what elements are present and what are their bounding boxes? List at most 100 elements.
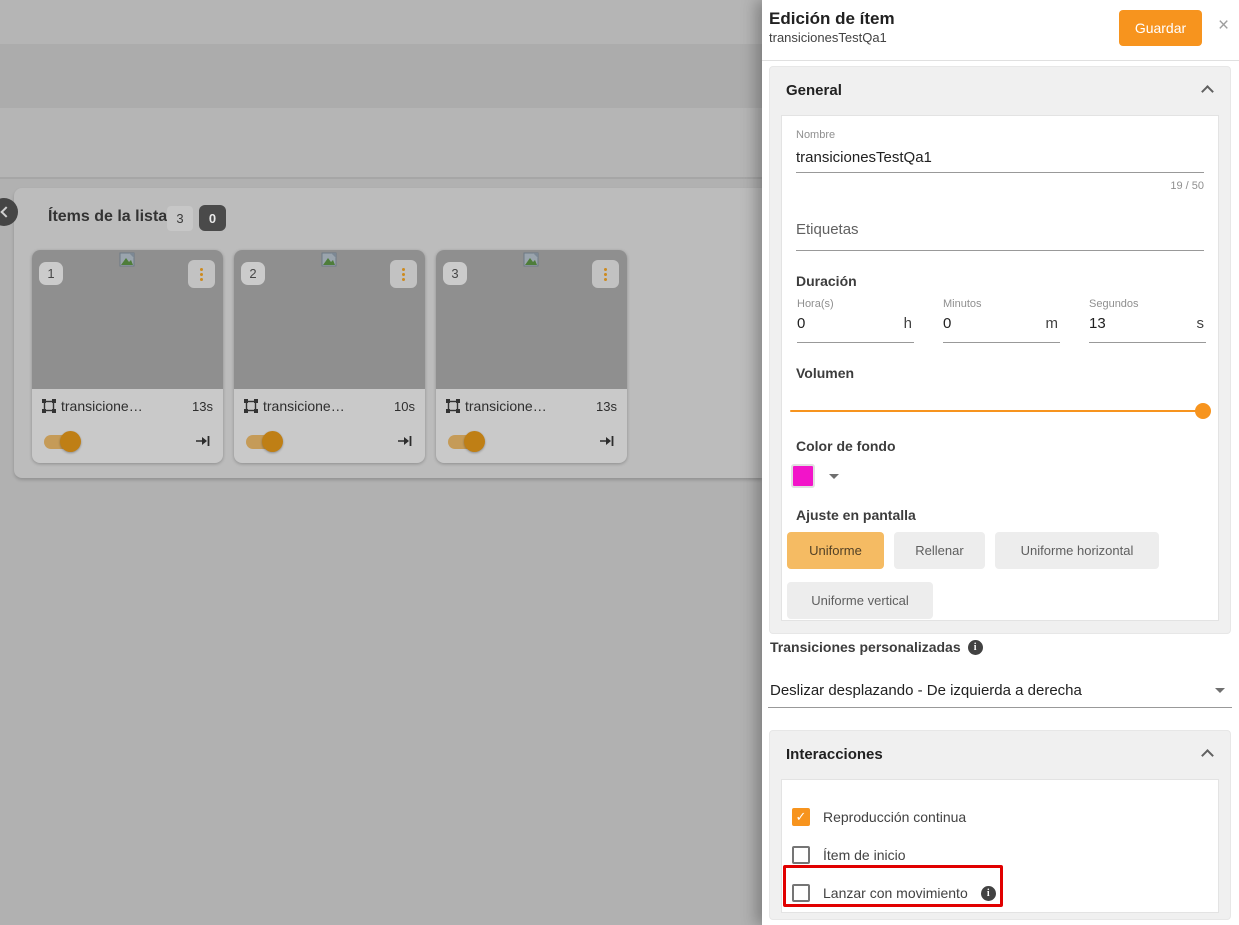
item-footer: transicione… 10s [234, 389, 425, 463]
item-duration: 10s [394, 399, 415, 414]
interactions-form: ✓ Reproducción continua Ítem de inicio L… [781, 779, 1219, 913]
select-caret-icon[interactable] [1215, 688, 1225, 693]
section-interactions: Interacciones ✓ Reproducción continua Ít… [769, 730, 1231, 920]
item-enabled-toggle[interactable] [246, 435, 282, 449]
item-enabled-toggle[interactable] [44, 435, 80, 449]
jump-to-item-icon[interactable] [600, 434, 615, 448]
checkbox-row-start-item[interactable]: Ítem de inicio [792, 836, 1208, 874]
fit-option-uniforme-vertical[interactable]: Uniforme vertical [787, 582, 933, 619]
header-divider [762, 60, 1239, 61]
background-color-label: Color de fondo [796, 438, 896, 454]
item-thumbnail: 1 [32, 250, 223, 389]
item-count-badge: 3 [167, 206, 193, 231]
name-char-counter: 19 / 50 [1170, 180, 1204, 192]
broken-image-icon [119, 252, 137, 268]
checkbox-icon[interactable] [792, 846, 810, 864]
transition-icon [42, 399, 56, 413]
item-menu-button[interactable] [592, 260, 619, 288]
hours-unit: h [904, 315, 912, 332]
fit-option-uniforme[interactable]: Uniforme [787, 532, 884, 569]
list-item-card[interactable]: 3 transicione… 13s [436, 250, 627, 463]
list-item-card[interactable]: 1 transicione… 13s [32, 250, 223, 463]
fit-option-rellenar[interactable]: Rellenar [894, 532, 985, 569]
jump-to-item-icon[interactable] [196, 434, 211, 448]
broken-image-icon [321, 252, 339, 268]
name-field-label: Nombre [796, 129, 835, 141]
hours-input[interactable]: 0 [797, 315, 805, 332]
minutes-unit: m [1046, 315, 1059, 332]
chevron-left-icon [0, 206, 11, 217]
item-menu-button[interactable] [188, 260, 215, 288]
general-form: Nombre transicionesTestQa1 19 / 50 Etiqu… [781, 115, 1219, 621]
item-order-badge: 2 [241, 262, 265, 285]
section-interactions-title: Interacciones [786, 746, 883, 763]
item-thumbnail: 3 [436, 250, 627, 389]
item-thumbnail: 2 [234, 250, 425, 389]
minutes-input[interactable]: 0 [943, 315, 951, 332]
volume-slider[interactable] [790, 410, 1211, 412]
selected-count-badge: 0 [199, 205, 226, 231]
checkbox-label: Reproducción continua [823, 809, 966, 825]
hours-label: Hora(s) [797, 298, 834, 310]
seconds-label: Segundos [1089, 298, 1139, 310]
screen-fit-label: Ajuste en pantalla [796, 507, 916, 523]
tags-input[interactable]: Etiquetas [796, 221, 859, 238]
background-color-swatch[interactable] [791, 464, 815, 488]
item-order-badge: 3 [443, 262, 467, 285]
chevron-up-icon[interactable] [1201, 85, 1214, 98]
minutes-label: Minutos [943, 298, 982, 310]
minutes-field[interactable]: Minutos 0 m [943, 298, 1060, 344]
item-duration: 13s [596, 399, 617, 414]
chevron-up-icon[interactable] [1201, 749, 1214, 762]
hours-field[interactable]: Hora(s) 0 h [797, 298, 914, 344]
select-underline [768, 707, 1232, 708]
fit-option-uniforme-horizontal[interactable]: Uniforme horizontal [995, 532, 1159, 569]
name-underline [796, 172, 1204, 173]
item-enabled-toggle[interactable] [448, 435, 484, 449]
item-name: transicione… [465, 398, 591, 414]
panel-title: Edición de ítem [769, 9, 895, 29]
close-icon[interactable]: × [1218, 16, 1229, 35]
checkbox-row-continuous-playback[interactable]: ✓ Reproducción continua [792, 798, 1208, 836]
minutes-underline [943, 342, 1060, 343]
dimmed-subtoolbar [0, 108, 762, 179]
info-icon[interactable]: i [968, 640, 983, 655]
jump-to-item-icon[interactable] [398, 434, 413, 448]
seconds-unit: s [1197, 315, 1205, 332]
checkbox-label: Ítem de inicio [823, 847, 905, 863]
section-general-title: General [786, 82, 842, 99]
transition-select[interactable]: Deslizar desplazando - De izquierda a de… [770, 682, 1082, 699]
dimmed-topbar [0, 0, 762, 44]
item-name: transicione… [61, 398, 187, 414]
custom-transitions-label-row: Transiciones personalizadas i [770, 639, 983, 655]
color-dropdown-caret-icon[interactable] [829, 474, 839, 479]
section-general: General Nombre transicionesTestQa1 19 / … [769, 66, 1231, 634]
item-name: transicione… [263, 398, 389, 414]
tags-underline [796, 250, 1204, 251]
item-menu-button[interactable] [390, 260, 417, 288]
panel-subtitle: transicionesTestQa1 [769, 30, 887, 45]
transition-icon [446, 399, 460, 413]
seconds-underline [1089, 342, 1206, 343]
seconds-field[interactable]: Segundos 13 s [1089, 298, 1206, 344]
custom-transitions-label: Transiciones personalizadas [770, 639, 961, 655]
item-footer: transicione… 13s [436, 389, 627, 463]
volume-slider-thumb[interactable] [1195, 403, 1211, 419]
hours-underline [797, 342, 914, 343]
info-icon[interactable]: i [981, 886, 996, 901]
item-duration: 13s [192, 399, 213, 414]
item-footer: transicione… 13s [32, 389, 223, 463]
name-input[interactable]: transicionesTestQa1 [796, 149, 932, 166]
item-order-badge: 1 [39, 262, 63, 285]
dimmed-toolbar [0, 44, 762, 108]
checkbox-row-launch-with-motion[interactable]: Lanzar con movimiento i [792, 874, 1208, 912]
checkbox-icon[interactable]: ✓ [792, 808, 810, 826]
list-panel-title: Ítems de la lista [48, 208, 167, 226]
checkbox-icon[interactable] [792, 884, 810, 902]
checkbox-label: Lanzar con movimiento [823, 885, 968, 901]
list-item-card[interactable]: 2 transicione… 10s [234, 250, 425, 463]
transition-icon [244, 399, 258, 413]
seconds-input[interactable]: 13 [1089, 315, 1106, 332]
volume-label: Volumen [796, 365, 854, 381]
save-button[interactable]: Guardar [1119, 10, 1202, 46]
